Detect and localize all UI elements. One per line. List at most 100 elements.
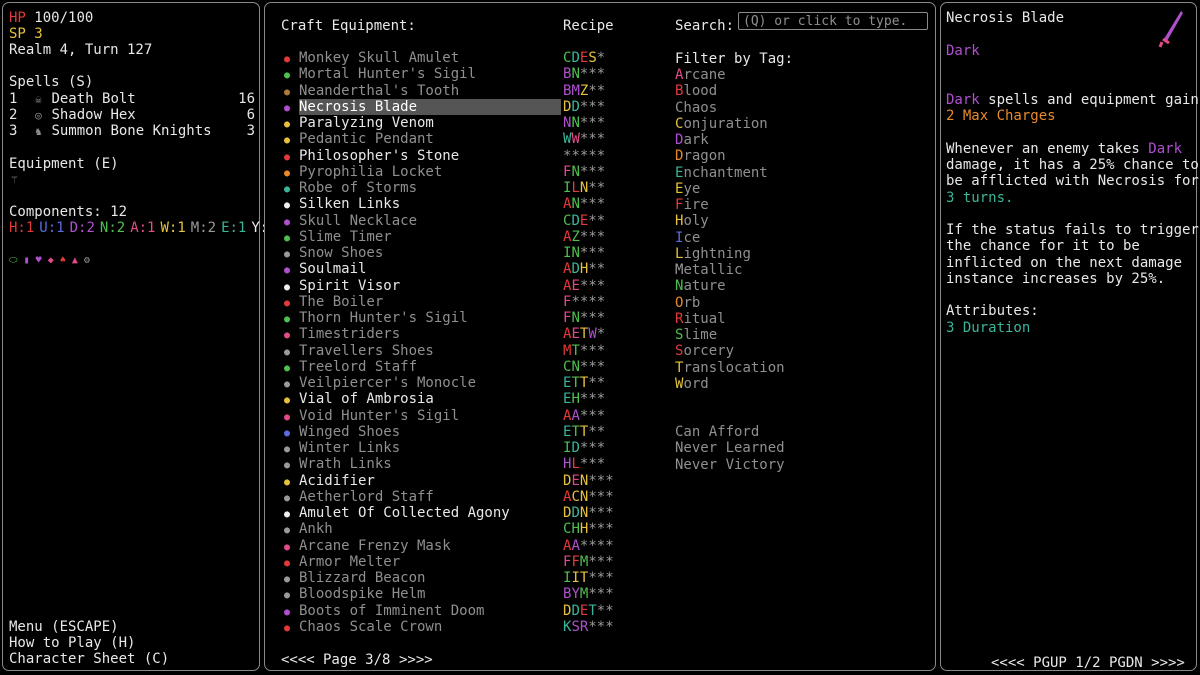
- filter-option[interactable]: Can Afford: [675, 424, 759, 440]
- craft-item-recipe: BMZ**: [563, 82, 606, 99]
- craft-item-recipe: IN***: [563, 245, 606, 261]
- detail-text-line: 3 turns.: [946, 189, 1014, 206]
- filter-tag[interactable]: Ritual: [675, 311, 726, 327]
- craft-item-recipe: CHH***: [563, 521, 614, 538]
- filter-tag[interactable]: Dragon: [675, 148, 726, 164]
- craft-item-name: Thorn Hunter's Sigil: [299, 310, 468, 326]
- spell-charges: 6: [246, 107, 255, 123]
- craft-item-name: Treelord Staff: [299, 358, 418, 375]
- detail-text-line: Attributes:: [946, 303, 1039, 320]
- craft-item-name: Winged Shoes: [299, 423, 401, 440]
- components-list: H:1U:1D:2N:2A:1W:1M:2E:1Y:1: [9, 220, 277, 236]
- craft-item-name: Mortal Hunter's Sigil: [299, 66, 477, 83]
- filter-tag[interactable]: Nature: [675, 278, 726, 294]
- craft-item-recipe: AN***: [563, 196, 606, 213]
- craft-item-name: Silken Links: [299, 196, 401, 213]
- filter-tag[interactable]: Chaos: [675, 100, 717, 116]
- craft-item-recipe: ILN**: [563, 180, 606, 196]
- craft-item-name: Paralyzing Venom: [299, 115, 434, 131]
- filter-tag[interactable]: Eye: [675, 181, 700, 197]
- detail-text-line: 3 Duration: [946, 319, 1031, 336]
- detail-text-line: If the status fails to trigger,: [946, 222, 1200, 238]
- craft-item-name: Robe of Storms: [299, 180, 418, 196]
- filter-tag[interactable]: Fire: [675, 197, 709, 213]
- filter-option[interactable]: Never Victory: [675, 457, 785, 473]
- component-horn-icon: ▲: [71, 255, 78, 266]
- spell-row[interactable]: 1 ☠ Death Bolt 16: [9, 91, 255, 108]
- detail-title: Necrosis Blade: [946, 10, 1065, 26]
- spells-header[interactable]: Spells (S): [9, 74, 93, 90]
- component-count: D:2: [69, 220, 95, 236]
- craft-item-recipe: AA***: [563, 407, 606, 424]
- necrosis-blade-icon: [1158, 11, 1183, 48]
- page-prev-button[interactable]: <<<<: [281, 652, 315, 668]
- filter-tag[interactable]: Ice: [675, 230, 700, 246]
- craft-item-recipe: BN***: [563, 66, 606, 83]
- menu-item[interactable]: How to Play (H): [9, 635, 135, 651]
- filter-tag[interactable]: Lightning: [675, 246, 751, 262]
- filter-tag[interactable]: Dark: [675, 132, 709, 148]
- craft-item-name: Pyrophilia Locket: [299, 163, 443, 180]
- detail-text-line: be afflicted with Necrosis for: [946, 173, 1199, 190]
- components-header: Components: 12: [9, 204, 128, 220]
- detail-text-line: instance increases by 25%.: [946, 270, 1166, 287]
- filter-tag[interactable]: Conjuration: [675, 116, 768, 132]
- sp-readout: SP 3: [9, 26, 43, 42]
- craft-item-name: Monkey Skull Amulet: [299, 50, 460, 66]
- filter-tag[interactable]: Translocation: [675, 360, 785, 376]
- equipment-header[interactable]: Equipment (E): [9, 156, 119, 172]
- craft-item-name: Chaos Scale Crown: [299, 618, 443, 635]
- craft-item-recipe: AETW*: [563, 326, 606, 343]
- spell-number: 3: [9, 123, 18, 139]
- detail-text-line: Whenever an enemy takes Dark: [946, 140, 1183, 157]
- filter-tag[interactable]: Sorcery: [675, 343, 734, 359]
- craft-item-icon: ●: [283, 622, 291, 634]
- craft-item-recipe: DDET**: [563, 602, 614, 619]
- spell-row[interactable]: 2 ◎ Shadow Hex 6: [9, 107, 255, 124]
- component-count: H:1: [9, 220, 35, 236]
- craft-item-recipe: *****: [563, 147, 606, 164]
- spell-charges: 16: [238, 91, 255, 107]
- component-gem-icon: ◆: [47, 255, 54, 266]
- menu-item[interactable]: Menu (ESCAPE): [9, 619, 119, 635]
- filter-tag[interactable]: Arcane: [675, 67, 726, 83]
- filter-tag[interactable]: Metallic: [675, 262, 742, 278]
- component-count: W:1: [160, 220, 186, 236]
- craft-item-recipe: MT***: [563, 342, 606, 359]
- equipment-slot-icon[interactable]: ⚚: [11, 172, 18, 188]
- spell-row[interactable]: 3 ♞ Summon Bone Knights 3: [9, 123, 255, 140]
- craft-item-recipe: ETT**: [563, 423, 606, 440]
- craft-item-name: Armor Melter: [299, 553, 401, 570]
- craft-item-recipe: EH***: [563, 391, 606, 408]
- craft-item-recipe: CN***: [563, 358, 606, 375]
- spell-number: 1: [9, 91, 18, 107]
- filter-tag[interactable]: Slime: [675, 327, 717, 343]
- menu-item[interactable]: Character Sheet (C): [9, 651, 169, 667]
- spell-name: Death Bolt: [51, 91, 136, 107]
- detail-tag: Dark: [946, 43, 980, 59]
- detail-text-line: inflicted on the next damage: [946, 254, 1183, 271]
- craft-item-name: Vial of Ambrosia: [299, 391, 434, 408]
- craft-item-name: Aetherlord Staff: [299, 488, 434, 505]
- page-next-button[interactable]: >>>>: [399, 652, 433, 668]
- search-input[interactable]: (Q) or click to type.: [738, 12, 928, 30]
- filter-tag[interactable]: Word: [675, 376, 709, 392]
- craft-item-name: Blizzard Beacon: [299, 570, 426, 586]
- component-count: N:2: [99, 220, 126, 236]
- detail-pager[interactable]: <<<< PGUP 1/2 PGDN >>>>: [991, 655, 1185, 671]
- filter-option[interactable]: Never Learned: [675, 440, 785, 456]
- filter-tag[interactable]: Blood: [675, 83, 717, 99]
- craft-item-name: Snow Shoes: [299, 245, 384, 261]
- craft-item-recipe: BYM***: [563, 586, 614, 603]
- craft-item-recipe: FN***: [563, 310, 606, 326]
- skull-icon: ☠: [35, 93, 42, 106]
- craft-item-name: Necrosis Blade: [299, 98, 561, 115]
- filter-tag[interactable]: Holy: [675, 213, 709, 229]
- filter-tag[interactable]: Enchantment: [675, 165, 768, 181]
- filter-tag[interactable]: Orb: [675, 295, 700, 311]
- component-cog-icon: ⚙: [83, 255, 90, 266]
- craft-item-name: The Boiler: [299, 293, 384, 310]
- craft-item-recipe: AA****: [563, 537, 614, 554]
- craft-item-name: Pedantic Pendant: [299, 131, 434, 148]
- craft-item-recipe: AZ***: [563, 228, 606, 245]
